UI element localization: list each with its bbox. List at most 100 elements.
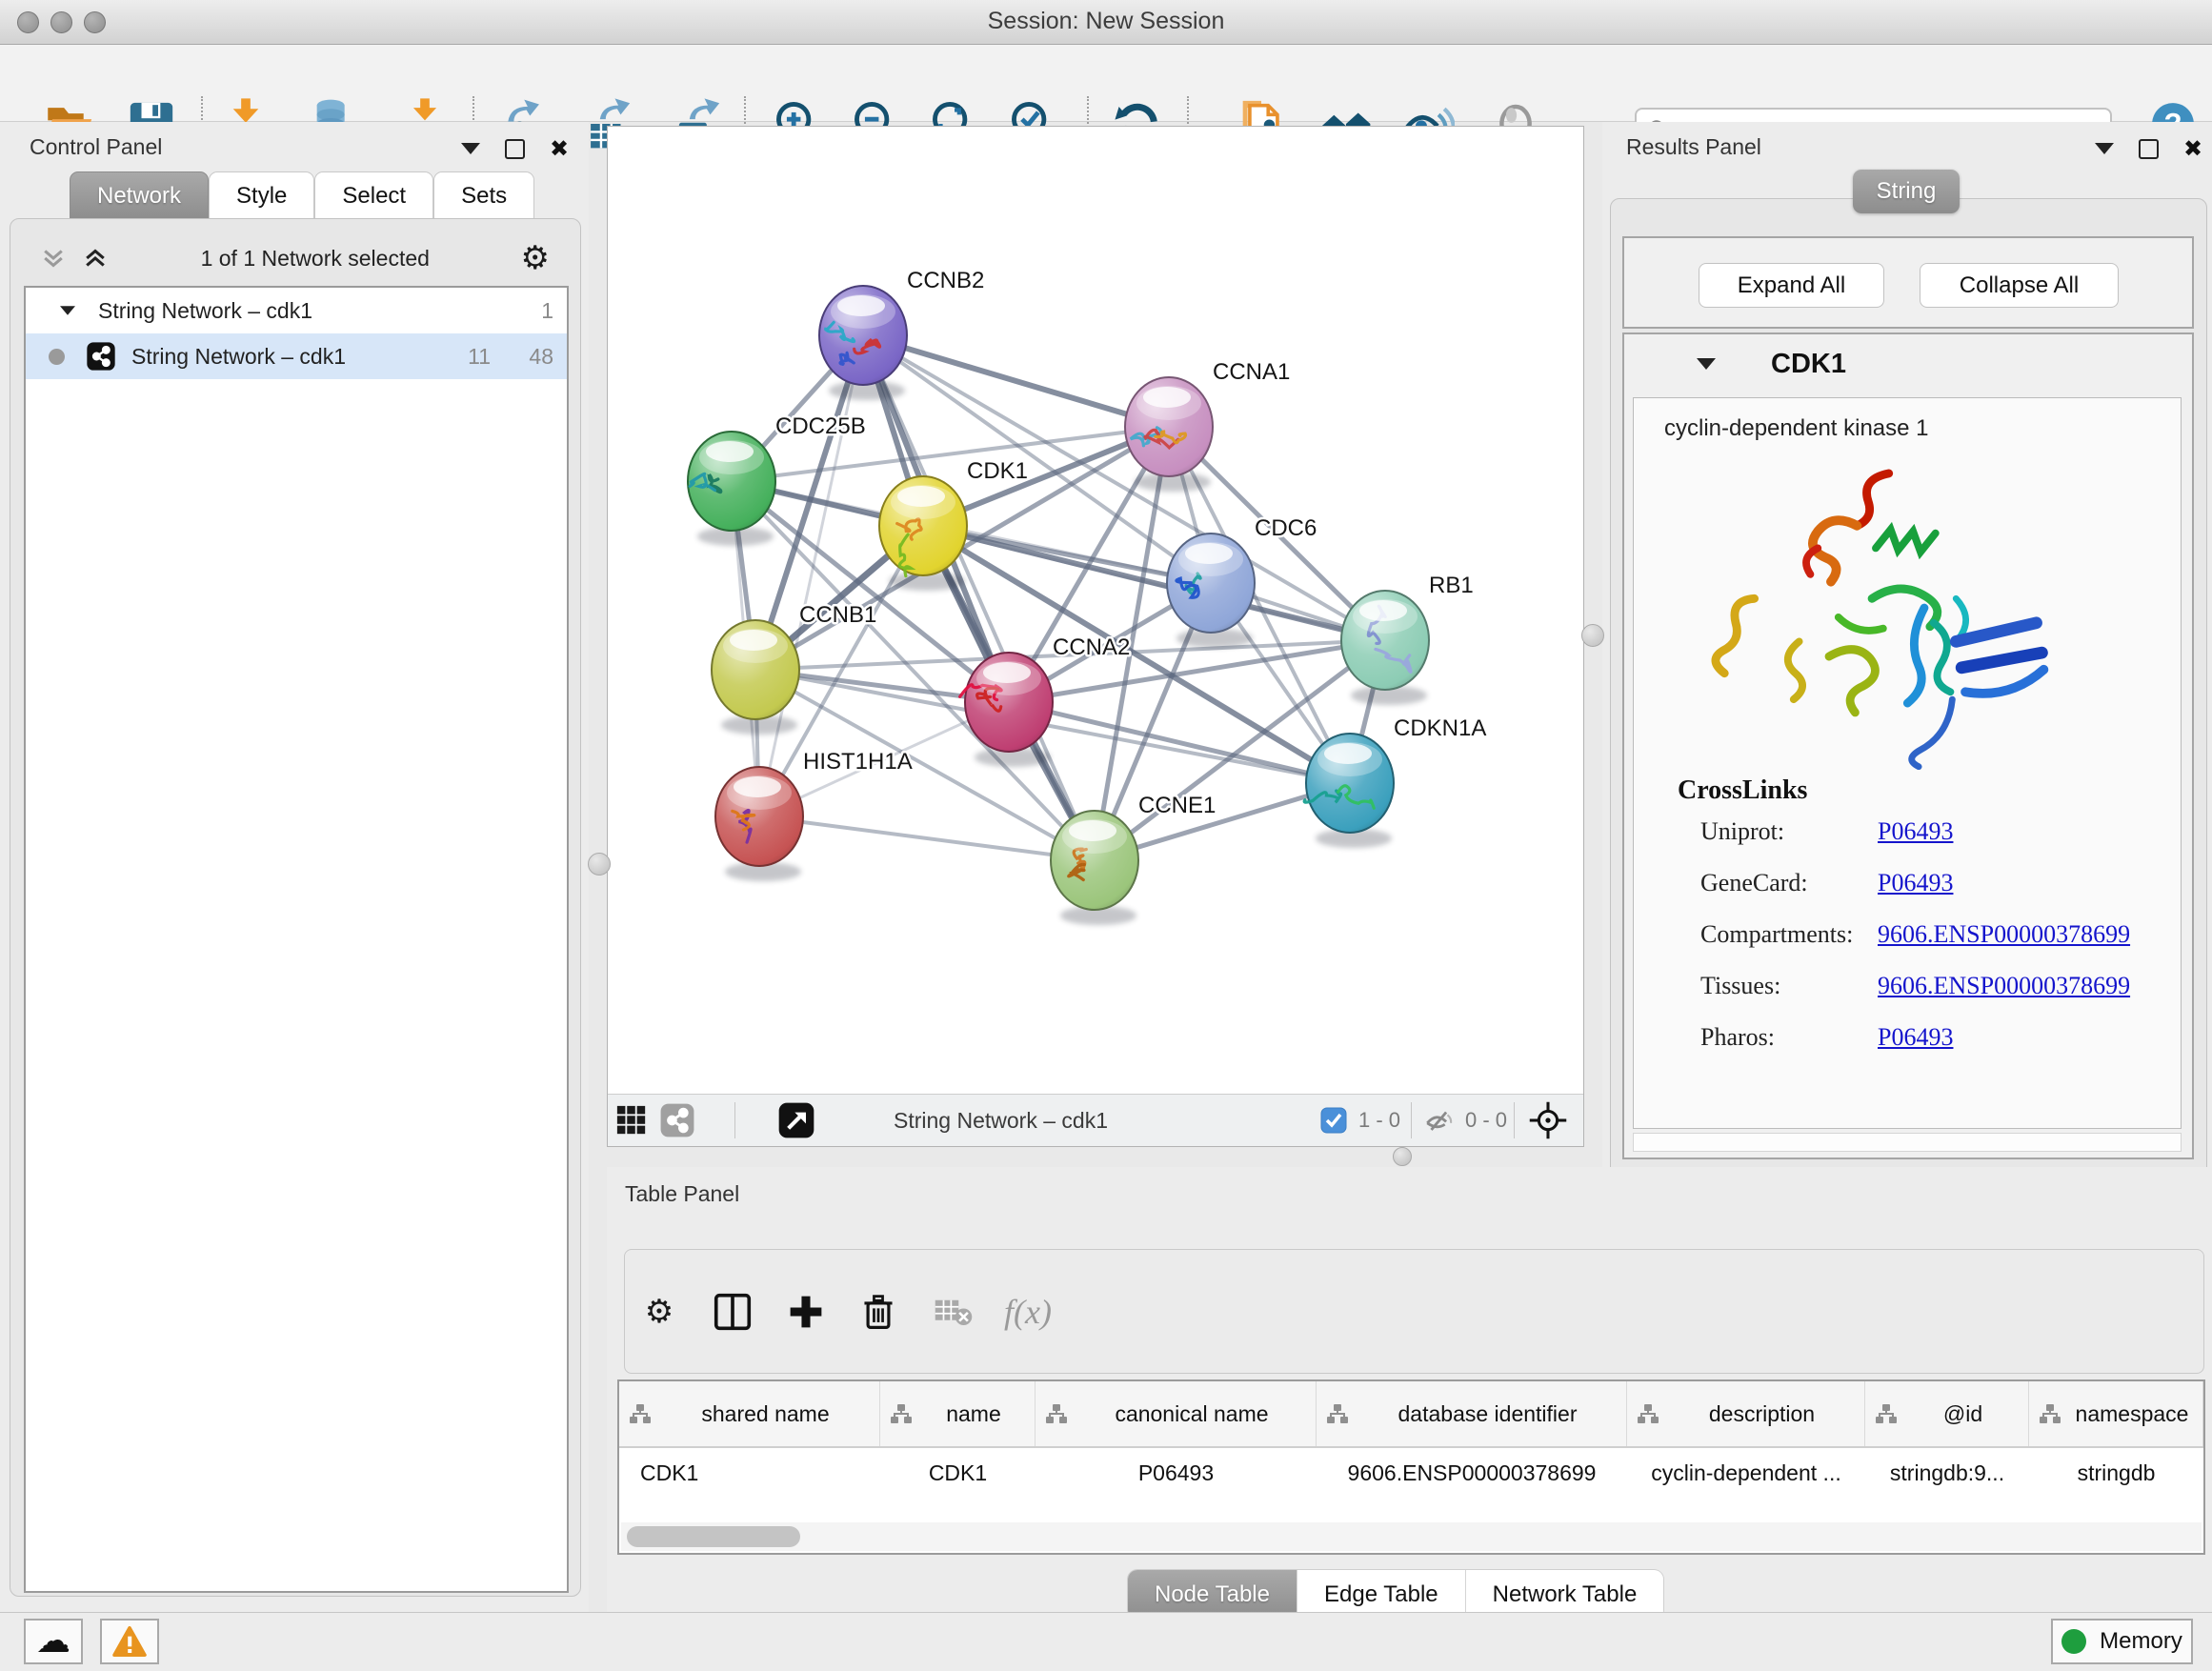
table-row[interactable]: CDK1CDK1P064939606.ENSP00000378699cyclin… [619, 1448, 2203, 1498]
network-collection-row[interactable]: String Network – cdk1 1 [26, 288, 567, 333]
node-CCNB2[interactable] [819, 286, 907, 400]
node-CDKN1A[interactable] [1304, 734, 1394, 848]
node-label-CDK1: CDK1 [967, 458, 1028, 484]
tab-sets[interactable]: Sets [433, 171, 534, 220]
close-panel-icon[interactable]: ✖ [2183, 137, 2202, 160]
collapse-all-icon[interactable] [39, 244, 68, 272]
node-label-CDC25B: CDC25B [775, 413, 866, 439]
right-splitter-handle[interactable] [1581, 624, 1604, 647]
float-panel-icon[interactable] [505, 139, 525, 159]
float-panel-icon[interactable] [2139, 139, 2159, 159]
crosslink-link[interactable]: 9606.ENSP00000378699 [1878, 972, 2130, 1000]
node-CCNB1[interactable] [712, 620, 799, 735]
crosslink-link[interactable]: P06493 [1878, 817, 1953, 846]
cell-namespace[interactable]: stringdb [2029, 1448, 2203, 1498]
crosslink-label: Pharos: [1700, 1023, 1775, 1051]
network-view-panel: CCNB2CCNA1CDC25BCDK1CDC6RB1CCNB1CCNA2CDK… [607, 126, 1584, 1147]
open-in-window-icon[interactable] [777, 1101, 815, 1139]
cell-canonical-name[interactable]: P06493 [1036, 1448, 1317, 1498]
node-CDC25B[interactable] [688, 432, 775, 546]
show-columns-button[interactable] [701, 1280, 764, 1343]
left-splitter-handle[interactable] [588, 853, 611, 876]
grid-view-icon[interactable] [615, 1104, 648, 1137]
network-row-selected[interactable]: String Network – cdk1 11 48 [26, 333, 567, 379]
function-builder-button[interactable]: f(x) [996, 1280, 1059, 1343]
column-tree-icon [1326, 1402, 1349, 1425]
scrollbar-thumb[interactable] [627, 1526, 800, 1547]
table-horizontal-scrollbar[interactable] [621, 1522, 2202, 1551]
cell-description[interactable]: cyclin-dependent ... [1627, 1448, 1865, 1498]
column-header-name[interactable]: name [880, 1381, 1036, 1446]
expand-all-button[interactable]: Expand All [1699, 263, 1884, 308]
main-toolbar: ? [0, 45, 2212, 122]
column-header-canonical-name[interactable]: canonical name [1036, 1381, 1317, 1446]
crosslink-row: GeneCard:P06493 [1700, 869, 2158, 897]
node-RB1[interactable] [1341, 591, 1429, 705]
memory-status-icon [2061, 1629, 2086, 1654]
node-CCNE1[interactable] [1051, 811, 1138, 925]
node-CCNA1[interactable] [1125, 377, 1213, 492]
edge-CCNB2-CCNE1[interactable] [863, 335, 1095, 860]
horizontal-splitter-handle[interactable] [1393, 1147, 1412, 1166]
tab-network[interactable]: Network [70, 171, 209, 220]
tab-string[interactable]: String [1853, 170, 1960, 213]
network-share-view-icon[interactable] [659, 1102, 695, 1138]
cloud-status-button[interactable]: ☁ [24, 1619, 83, 1664]
crosslink-link[interactable]: P06493 [1878, 869, 1953, 897]
collapse-all-button[interactable]: Collapse All [1920, 263, 2119, 308]
collection-label: String Network – cdk1 [98, 298, 312, 324]
close-panel-icon[interactable]: ✖ [550, 137, 569, 160]
pan-crosshair-icon[interactable] [1528, 1100, 1568, 1140]
hidden-eye-icon[interactable] [1423, 1104, 1456, 1137]
plus-icon [787, 1293, 825, 1331]
collection-expand-icon[interactable] [60, 306, 75, 315]
selected-checkbox-icon[interactable] [1320, 1107, 1347, 1134]
column-header-shared-name[interactable]: shared name [619, 1381, 880, 1446]
crosslink-row: Pharos: P06493 [1700, 1023, 2158, 1052]
column-tree-icon [890, 1402, 913, 1425]
crosslink-link[interactable]: P06493 [1878, 1023, 1953, 1052]
column-header-namespace[interactable]: namespace [2029, 1381, 2203, 1446]
cell-name[interactable]: CDK1 [880, 1448, 1036, 1498]
control-panel-title: Control Panel [30, 134, 162, 160]
control-panel-tabs: Network Style Select Sets [70, 171, 534, 220]
delete-column-button[interactable] [847, 1280, 910, 1343]
node-HIST1H1A[interactable] [715, 767, 803, 881]
network-selected-status: 1 of 1 Network selected [110, 246, 521, 272]
node-CDK1[interactable] [879, 476, 967, 591]
tab-select[interactable]: Select [314, 171, 433, 220]
string-network-icon [86, 341, 116, 372]
delete-table-button[interactable] [922, 1280, 985, 1343]
edge-CCNB2-CCNA1[interactable] [863, 335, 1169, 427]
cell-shared-name[interactable]: CDK1 [619, 1448, 880, 1498]
collection-count: 1 [541, 298, 553, 324]
column-header--id[interactable]: @id [1865, 1381, 2029, 1446]
crosslink-link[interactable]: 9606.ENSP00000378699 [1878, 920, 2130, 949]
network-canvas[interactable]: CCNB2CCNA1CDC25BCDK1CDC6RB1CCNB1CCNA2CDK… [608, 127, 1583, 1095]
node-label-CCNA2: CCNA2 [1053, 634, 1130, 660]
expand-all-icon[interactable] [81, 244, 110, 272]
section-collapse-icon[interactable] [1697, 358, 1716, 370]
panel-menu-icon[interactable] [2095, 143, 2114, 154]
tab-style[interactable]: Style [209, 171, 314, 220]
node-CDC6[interactable] [1167, 534, 1255, 648]
cdk1-details: cyclin-dependent kinase 1 [1633, 397, 2182, 1129]
column-header-database-identifier[interactable]: database identifier [1317, 1381, 1627, 1446]
edge-CCNA2-CDKN1A[interactable] [1009, 702, 1350, 783]
column-header-description[interactable]: description [1627, 1381, 1865, 1446]
create-column-button[interactable] [774, 1280, 837, 1343]
panel-menu-icon[interactable] [461, 143, 480, 154]
warnings-button[interactable] [100, 1619, 159, 1664]
cytoscape-window: Session: New Session [0, 0, 2212, 1671]
results-horizontal-scrollbar[interactable] [1633, 1133, 2182, 1152]
cell-database-identifier[interactable]: 9606.ENSP00000378699 [1317, 1448, 1627, 1498]
hidden-node-edge-counts: 0 - 0 [1465, 1108, 1507, 1133]
crosslinks-heading: CrossLinks [1678, 775, 1807, 806]
cell--id[interactable]: stringdb:9... [1865, 1448, 2029, 1498]
network-options-gear-icon[interactable]: ⚙ [521, 242, 550, 274]
title-bar: Session: New Session [0, 0, 2212, 45]
edge-HIST1H1A-CCNE1[interactable] [759, 816, 1095, 860]
table-options-button[interactable]: ⚙ [628, 1280, 691, 1343]
cdk1-section: CDK1 cyclin-dependent kinase 1 [1622, 332, 2194, 1159]
memory-button[interactable]: Memory [2051, 1619, 2193, 1664]
